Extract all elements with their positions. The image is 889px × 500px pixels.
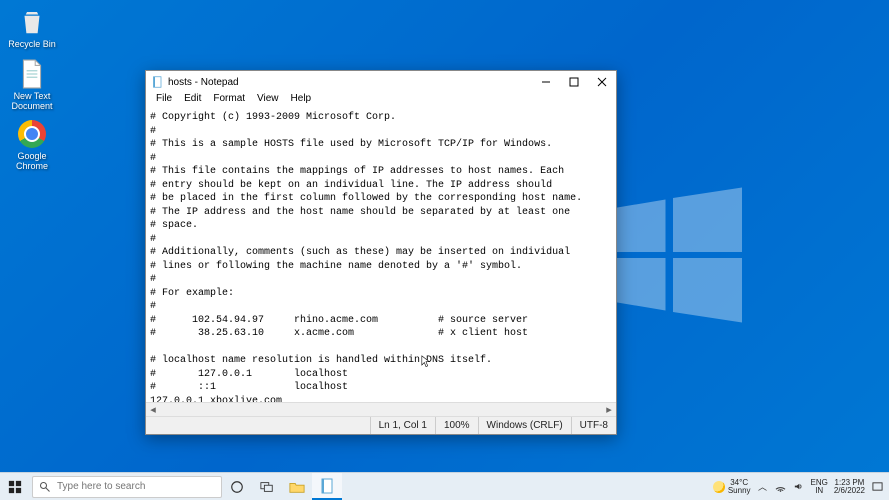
- chevron-up-icon[interactable]: ︿: [757, 481, 769, 493]
- desktop-icon-label: New Text Document: [6, 92, 58, 112]
- desktop-icon-recycle-bin[interactable]: Recycle Bin: [6, 6, 58, 50]
- menu-help[interactable]: Help: [285, 93, 318, 109]
- menu-view[interactable]: View: [251, 93, 285, 109]
- search-icon: [39, 481, 51, 493]
- notepad-icon: [152, 76, 164, 88]
- chrome-icon: [16, 118, 48, 150]
- clock-date: 2/6/2022: [834, 487, 865, 495]
- taskbar-app-explorer[interactable]: [282, 473, 312, 500]
- horizontal-scrollbar[interactable]: ◂ ▸: [146, 402, 616, 416]
- clock[interactable]: 1:23 PM 2/6/2022: [834, 479, 865, 495]
- desktop-icon-label: Google Chrome: [6, 152, 58, 172]
- notifications-icon[interactable]: [871, 481, 883, 493]
- desktop-icon-chrome[interactable]: Google Chrome: [6, 118, 58, 172]
- scroll-right-icon[interactable]: ▸: [602, 403, 616, 417]
- system-tray: 34°C Sunny ︿ ENG IN 1:23 PM 2/6/2022: [713, 473, 889, 500]
- search-input[interactable]: [57, 481, 215, 492]
- desktop: Recycle Bin New Text Document Google Chr…: [0, 0, 889, 500]
- title-bar[interactable]: hosts - Notepad: [146, 71, 616, 93]
- taskbar-app-notepad[interactable]: [312, 473, 342, 500]
- task-view-button[interactable]: [252, 473, 282, 500]
- taskbar-search[interactable]: [32, 476, 222, 498]
- lang-secondary: IN: [815, 487, 823, 495]
- status-position: Ln 1, Col 1: [370, 417, 435, 434]
- text-editor-area[interactable]: # Copyright (c) 1993-2009 Microsoft Corp…: [146, 109, 616, 402]
- sun-icon: [713, 481, 725, 493]
- status-bar: Ln 1, Col 1 100% Windows (CRLF) UTF-8: [146, 416, 616, 434]
- language-indicator[interactable]: ENG IN: [811, 479, 828, 495]
- document-icon: [16, 58, 48, 90]
- cortana-button[interactable]: [222, 473, 252, 500]
- start-button[interactable]: [0, 473, 30, 500]
- desktop-icon-label: Recycle Bin: [6, 40, 58, 50]
- weather-cond: Sunny: [728, 487, 751, 495]
- desktop-icon-new-text-document[interactable]: New Text Document: [6, 58, 58, 112]
- menu-edit[interactable]: Edit: [178, 93, 207, 109]
- maximize-button[interactable]: [560, 71, 588, 93]
- notepad-window: hosts - Notepad File Edit Format View He…: [145, 70, 617, 435]
- recycle-bin-icon: [16, 6, 48, 38]
- mouse-cursor-icon: [421, 355, 431, 369]
- minimize-button[interactable]: [532, 71, 560, 93]
- network-icon[interactable]: [775, 481, 787, 493]
- status-encoding: UTF-8: [571, 417, 616, 434]
- menu-bar: File Edit Format View Help: [146, 93, 616, 109]
- menu-format[interactable]: Format: [207, 93, 251, 109]
- scroll-left-icon[interactable]: ◂: [146, 403, 160, 417]
- status-zoom: 100%: [435, 417, 478, 434]
- close-button[interactable]: [588, 71, 616, 93]
- window-title: hosts - Notepad: [168, 77, 532, 88]
- weather-widget[interactable]: 34°C Sunny: [713, 479, 751, 495]
- taskbar: 34°C Sunny ︿ ENG IN 1:23 PM 2/6/2022: [0, 472, 889, 500]
- status-line-ending: Windows (CRLF): [478, 417, 571, 434]
- menu-file[interactable]: File: [150, 93, 178, 109]
- volume-icon[interactable]: [793, 481, 805, 493]
